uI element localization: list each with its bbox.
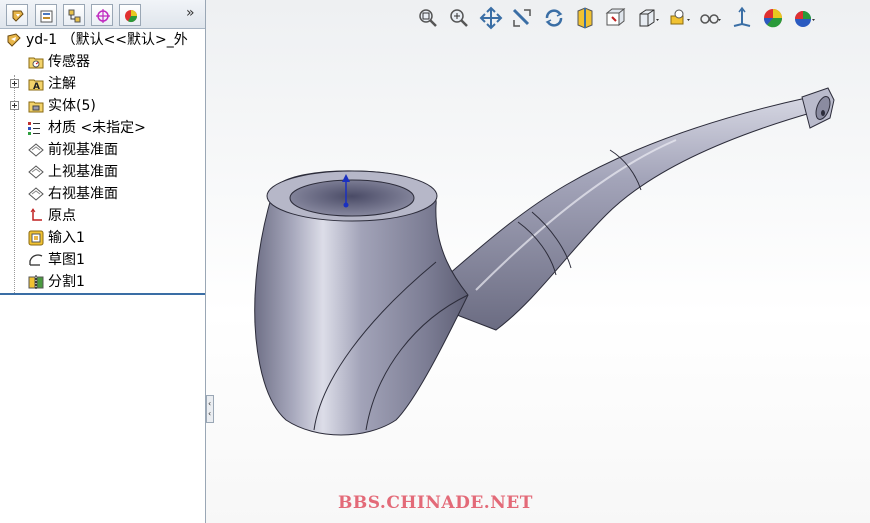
feature-manager-icon	[12, 10, 24, 22]
apply-scene-icon[interactable]	[761, 6, 785, 30]
expand-toggle[interactable]	[10, 79, 19, 88]
configuration-manager-tab[interactable]	[63, 4, 85, 26]
rotate-icon[interactable]	[542, 6, 566, 30]
tree-item-label: 右视基准面	[48, 186, 118, 202]
feature-manager-panel: » yd-1 （默认<<默认>_外 传感器 A 注解 实体(5) 材质 <未指定…	[0, 0, 206, 523]
dimxpert-tab[interactable]	[91, 4, 113, 26]
pipe-bowl-hole	[289, 179, 415, 217]
zoom-to-area-icon[interactable]	[447, 6, 471, 30]
lower-panel-pane	[0, 295, 205, 523]
material-icon	[28, 122, 40, 135]
tree-item-label: 传感器	[48, 54, 90, 70]
expand-toggle[interactable]	[10, 101, 19, 110]
dimxpert-icon	[96, 9, 110, 23]
pan-icon[interactable]	[479, 6, 503, 30]
plane-icon	[28, 187, 44, 201]
display-style-icon[interactable]	[636, 6, 660, 30]
part-icon	[7, 33, 21, 47]
tree-item-label: 输入1	[48, 230, 85, 246]
tree-item-label: 原点	[48, 208, 76, 224]
panel-tab-bar: »	[0, 0, 205, 29]
tree-item-label: 上视基准面	[48, 164, 118, 180]
tree-item-label: 前视基准面	[48, 142, 118, 158]
tree-item-label: 草图1	[48, 252, 85, 268]
tree-item-label: 注解	[48, 76, 76, 92]
previous-view-icon[interactable]	[510, 6, 534, 30]
svg-text:A: A	[33, 82, 40, 92]
section-view-icon[interactable]	[573, 6, 597, 30]
tree-root-label: yd-1 （默认<<默认>_外	[26, 32, 188, 48]
import-feature-icon	[28, 230, 44, 246]
pipe-model[interactable]	[254, 87, 835, 436]
display-manager-icon	[125, 10, 137, 23]
sensor-folder-icon	[28, 57, 44, 69]
solid-bodies-folder-icon	[28, 101, 44, 113]
edit-appearance-icon[interactable]	[698, 6, 722, 30]
property-manager-icon	[40, 10, 53, 23]
zoom-to-fit-icon[interactable]	[416, 6, 440, 30]
feature-tree: yd-1 （默认<<默认>_外 传感器 A 注解 实体(5) 材质 <未指定> …	[0, 29, 205, 305]
view-orientation-icon[interactable]	[604, 6, 628, 30]
plane-icon	[28, 165, 44, 179]
feature-manager-tab[interactable]	[6, 4, 28, 26]
split-feature-icon	[28, 275, 44, 289]
plane-icon	[28, 143, 44, 157]
hide-show-icon[interactable]	[667, 6, 691, 30]
graphics-area[interactable]: ‹ ‹ BBS.CHINADE.NET	[206, 0, 870, 523]
origin-icon	[30, 208, 42, 221]
pipe-stem	[417, 97, 815, 331]
tree-item-label: 分割1	[48, 274, 85, 290]
heads-up-view-toolbar	[416, 6, 866, 32]
reference-triad-icon[interactable]	[730, 6, 754, 30]
configuration-manager-icon	[68, 9, 81, 23]
tree-item-label: 实体(5)	[48, 98, 96, 114]
property-manager-tab[interactable]	[35, 4, 57, 26]
model-view[interactable]	[206, 0, 870, 523]
scene-icon[interactable]	[792, 6, 816, 30]
display-manager-tab[interactable]	[119, 4, 141, 26]
tree-item-label: 材质 <未指定>	[48, 120, 146, 136]
sketch-icon	[29, 254, 43, 266]
expand-tabs-button[interactable]: »	[186, 5, 195, 21]
annotation-folder-icon: A	[28, 79, 44, 92]
watermark-text: BBS.CHINADE.NET	[338, 493, 533, 513]
